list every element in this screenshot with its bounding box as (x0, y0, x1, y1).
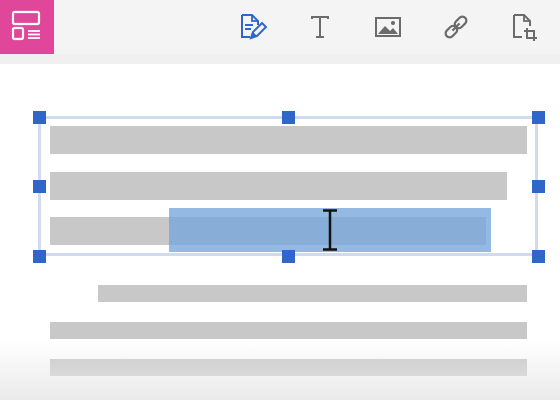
image-tool-button[interactable] (373, 12, 403, 42)
resize-handle-top[interactable] (282, 111, 295, 124)
edit-document-icon (241, 14, 267, 40)
text-tool-icon (311, 16, 329, 38)
image-tool-icon (375, 17, 401, 37)
page-crop-icon (513, 14, 537, 41)
resize-handle-left[interactable] (33, 180, 46, 193)
page-crop-button[interactable] (509, 12, 539, 42)
toolbar-divider (0, 54, 560, 64)
edit-document-button[interactable] (237, 12, 267, 42)
toolbar (0, 0, 560, 54)
resize-handle-top-right[interactable] (532, 111, 545, 124)
resize-handle-bottom-right[interactable] (532, 250, 545, 263)
text-tool-button[interactable] (305, 12, 335, 42)
resize-handle-top-left[interactable] (33, 111, 46, 124)
resize-handle-bottom[interactable] (282, 250, 295, 263)
link-tool-icon (444, 15, 468, 39)
resize-handle-bottom-left[interactable] (33, 250, 46, 263)
layout-icon (11, 10, 41, 41)
editor-page (0, 0, 560, 400)
link-tool-button[interactable] (441, 12, 471, 42)
i-beam-cursor-icon (321, 208, 339, 252)
layout-button[interactable] (0, 0, 54, 54)
text-line[interactable] (98, 285, 527, 302)
text-line[interactable] (50, 359, 527, 376)
text-block-selection-frame[interactable] (38, 116, 538, 256)
resize-handle-right[interactable] (532, 180, 545, 193)
text-line[interactable] (50, 322, 527, 339)
